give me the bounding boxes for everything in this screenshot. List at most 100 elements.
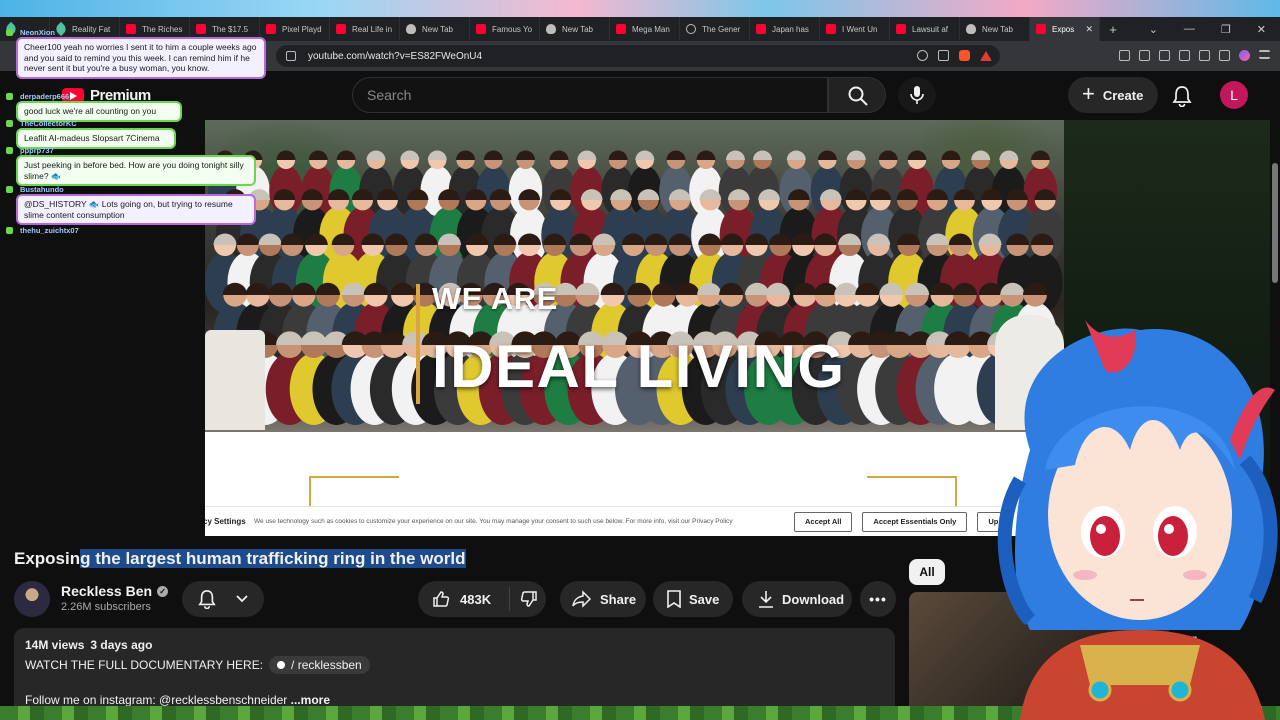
brave-rewards-icon[interactable] bbox=[980, 50, 992, 61]
browser-tab[interactable]: I Went Un bbox=[820, 17, 890, 41]
show-more-link[interactable]: ...more bbox=[291, 693, 330, 707]
screen: { "browser": { "tabs": [ {"label": "derp… bbox=[0, 0, 1280, 720]
browser-tab[interactable]: New Tab bbox=[540, 17, 610, 41]
video-player[interactable]: WE ARE IDEAL LIVING cy Settings We use t… bbox=[205, 120, 1064, 536]
new-tab-button[interactable]: + bbox=[1100, 22, 1126, 37]
upload-age: 3 days ago bbox=[90, 638, 153, 652]
create-label: Create bbox=[1102, 87, 1144, 103]
browser-tab[interactable]: Japan has bbox=[750, 17, 820, 41]
chat-text: Cheer100 yeah no worries I sent it to hi… bbox=[16, 37, 266, 79]
voice-search-button[interactable] bbox=[898, 77, 936, 113]
accept-essentials-button[interactable]: Accept Essentials Only bbox=[862, 511, 968, 532]
patreon-link-text: / recklessben bbox=[291, 658, 362, 672]
channel-avatar[interactable] bbox=[14, 581, 50, 617]
browser-tab-active[interactable]: Expos ✕ bbox=[1030, 17, 1100, 41]
media-icon[interactable] bbox=[1119, 50, 1130, 61]
overlay-title: IDEAL LIVING bbox=[432, 333, 846, 400]
more-actions-button[interactable]: ••• bbox=[860, 581, 896, 617]
screenshot-icon[interactable] bbox=[1159, 50, 1170, 61]
patreon-link[interactable]: / recklessben bbox=[269, 656, 370, 674]
browser-tab[interactable]: Lawsuit af bbox=[890, 17, 960, 41]
person-hair bbox=[366, 150, 386, 160]
notification-settings-button[interactable] bbox=[182, 581, 264, 617]
bookmark-icon bbox=[667, 590, 681, 608]
overlay-heading: WE ARE bbox=[432, 281, 558, 316]
instagram-text: Follow me on instagram: @recklessbenschn… bbox=[25, 693, 288, 707]
accept-all-button[interactable]: Accept All bbox=[794, 511, 853, 532]
chat-message: thehu_zuichtx07 bbox=[6, 226, 79, 235]
save-button[interactable]: Save bbox=[653, 581, 733, 617]
search-input[interactable]: Search bbox=[352, 77, 828, 113]
person-hair bbox=[753, 150, 773, 160]
cookie-title: cy Settings bbox=[205, 517, 246, 526]
tab-search-icon[interactable]: ⌄ bbox=[1149, 23, 1158, 36]
person-hair bbox=[608, 150, 628, 160]
search-button[interactable] bbox=[828, 77, 886, 113]
avatar-letter: L bbox=[1230, 87, 1238, 103]
close-window-icon[interactable]: ✕ bbox=[1257, 23, 1266, 36]
microphone-icon bbox=[910, 86, 924, 104]
person-hair bbox=[577, 150, 597, 160]
chat-message: Bustahundo @DS_HISTORY 🐟 Lots going on, … bbox=[6, 185, 256, 225]
chat-username: ppprp737 bbox=[20, 146, 54, 155]
filter-chip-all[interactable]: All bbox=[909, 559, 945, 585]
view-info: 14M views 3 days ago bbox=[25, 638, 884, 652]
share-label: Share bbox=[600, 591, 637, 607]
zoom-icon[interactable] bbox=[917, 50, 928, 61]
person-hair bbox=[1030, 150, 1050, 160]
like-button[interactable]: 483K bbox=[418, 587, 510, 611]
chat-message: NeonXion Cheer100 yeah no worries I sent… bbox=[6, 28, 266, 79]
youtube-icon bbox=[826, 24, 836, 34]
brave-shield-icon[interactable] bbox=[959, 50, 970, 61]
account-avatar[interactable]: L bbox=[1220, 81, 1248, 109]
notifications-bell-icon[interactable] bbox=[1172, 85, 1192, 107]
site-settings-icon[interactable] bbox=[286, 51, 296, 61]
browser-tab[interactable]: Real Life in bbox=[330, 17, 400, 41]
menu-icon[interactable] bbox=[1259, 50, 1270, 59]
window-controls: ⌄ — ❐ ✕ bbox=[1149, 23, 1280, 36]
thumbs-up-icon bbox=[433, 591, 450, 607]
sidebar-icon[interactable] bbox=[1139, 50, 1150, 61]
patreon-icon bbox=[277, 661, 286, 669]
close-tab-icon[interactable]: ✕ bbox=[1085, 24, 1093, 35]
save-label: Save bbox=[689, 591, 720, 607]
browser-tab[interactable]: Famous Yo bbox=[470, 17, 540, 41]
youtube-icon bbox=[756, 24, 766, 34]
browser-tab[interactable]: New Tab bbox=[960, 17, 1030, 41]
vpn-icon[interactable] bbox=[1199, 50, 1210, 61]
browser-tab[interactable]: Mega Man bbox=[610, 17, 680, 41]
restore-icon[interactable]: ❐ bbox=[1221, 23, 1231, 36]
download-button[interactable]: Download bbox=[742, 581, 852, 617]
scrollbar-thumb[interactable] bbox=[1272, 163, 1278, 283]
title-selected-text: g the largest human trafficking ring in … bbox=[80, 549, 466, 568]
person-hair bbox=[941, 150, 961, 160]
leo-ai-icon[interactable] bbox=[1239, 50, 1250, 61]
wallet-icon[interactable] bbox=[1219, 50, 1230, 61]
browser-tab[interactable]: New Tab bbox=[400, 17, 470, 41]
search-placeholder: Search bbox=[367, 87, 412, 103]
tab-label: Japan has bbox=[772, 24, 809, 34]
share-button[interactable]: Share bbox=[560, 581, 646, 617]
person-hair bbox=[635, 150, 655, 160]
browser-tab[interactable]: The Gener bbox=[680, 17, 750, 41]
youtube-icon bbox=[616, 24, 626, 34]
browser-tab[interactable]: Pixel Playd bbox=[260, 17, 330, 41]
cast-icon[interactable] bbox=[938, 50, 949, 61]
address-bar[interactable]: youtube.com/watch?v=ES82FWeOnU4 bbox=[276, 45, 1000, 67]
channel-name: Reckless Ben bbox=[61, 583, 153, 599]
share-icon bbox=[572, 590, 592, 608]
chat-badge-icon bbox=[6, 93, 13, 100]
minimize-icon[interactable]: — bbox=[1184, 23, 1195, 36]
create-button[interactable]: + Create bbox=[1068, 77, 1158, 113]
bell-icon bbox=[198, 590, 216, 609]
verified-icon: ✓ bbox=[157, 585, 169, 597]
dislike-button[interactable] bbox=[510, 590, 538, 608]
channel-name-link[interactable]: Reckless Ben ✓ bbox=[61, 583, 169, 599]
youtube-icon bbox=[336, 24, 346, 34]
tab-label: The Gener bbox=[702, 24, 741, 34]
person-hair bbox=[907, 150, 927, 160]
search-icon bbox=[848, 86, 868, 106]
extensions-icon[interactable] bbox=[1179, 50, 1190, 61]
chat-username: derpaderp666 bbox=[20, 92, 70, 101]
subscriber-count: 2.26M subscribers bbox=[61, 601, 151, 613]
